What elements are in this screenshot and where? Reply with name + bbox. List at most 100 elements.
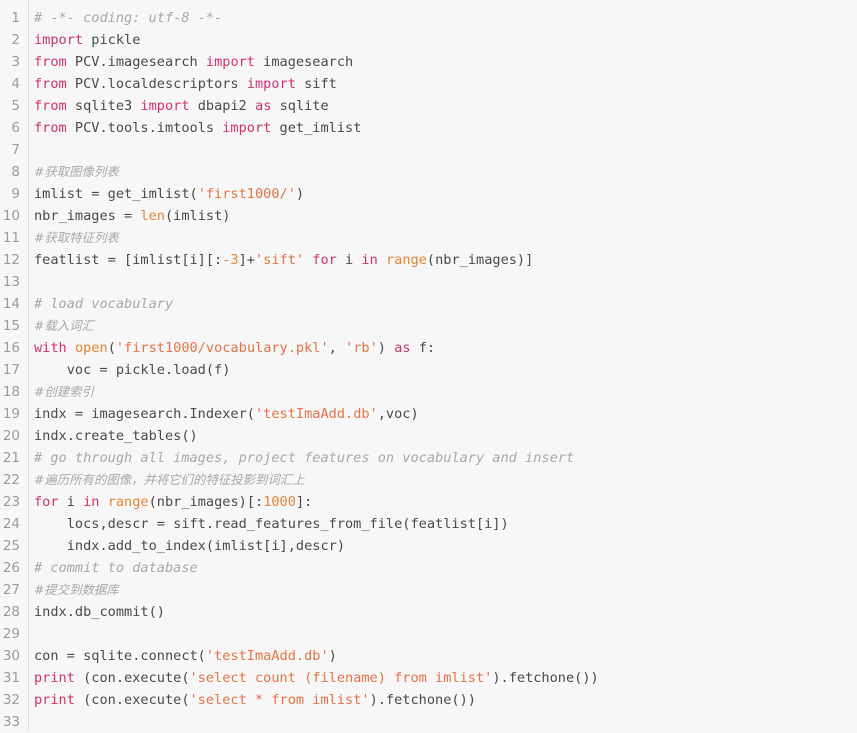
token-plain: indx.db_commit() [34, 604, 165, 620]
line-number: 31 [2, 670, 20, 686]
code-row[interactable]: 20 indx.create_tables() [0, 425, 857, 447]
code-body[interactable]: 1 # -*- coding: utf-8 -*- 2 import pickle 3 f… [0, 7, 857, 733]
code-row[interactable]: 32 print (con.execute('select * from imli… [0, 689, 857, 711]
code-row[interactable]: 31 print (con.execute('select count (file… [0, 667, 857, 689]
token-kw: print [34, 670, 75, 686]
code-line-content[interactable]: # load vocabulary [27, 293, 173, 315]
code-line-content[interactable]: #提交到数据库 [27, 579, 119, 601]
code-row[interactable]: 28 indx.db_commit() [0, 601, 857, 623]
token-plain: i [336, 252, 362, 268]
line-number: 24 [2, 516, 20, 532]
token-plain: sift [295, 76, 337, 92]
code-row[interactable]: 12 featlist = [imlist[i][:-3]+'sift' for … [0, 249, 857, 271]
gutter-separator-rule [27, 0, 29, 731]
code-row[interactable]: 13 [0, 271, 857, 293]
python-code-viewer[interactable]: 1 # -*- coding: utf-8 -*- 2 import pickle 3 f… [0, 0, 857, 731]
line-number: 30 [2, 648, 20, 664]
code-row[interactable]: 21 # go through all images, project featu… [0, 447, 857, 469]
code-row[interactable]: 26 # commit to database [0, 557, 857, 579]
code-line-content[interactable]: #创建索引 [27, 381, 94, 403]
code-row[interactable]: 23 for i in range(nbr_images)[:1000]: [0, 491, 857, 513]
code-row[interactable]: 4 from PCV.localdescriptors import sift [0, 73, 857, 95]
code-line-content[interactable]: #载入词汇 [27, 315, 94, 337]
code-line-content[interactable]: from PCV.tools.imtools import get_imlist [27, 117, 361, 139]
token-com: # -*- coding: utf-8 -*- [34, 10, 223, 26]
code-row[interactable]: 22 #遍历所有的图像，并将它们的特征投影到词汇上 [0, 469, 857, 491]
code-line-content[interactable]: for i in range(nbr_images)[:1000]: [27, 491, 312, 513]
token-num: 1000 [263, 494, 296, 510]
code-row[interactable]: 18 #创建索引 [0, 381, 857, 403]
token-plain: PCV.localdescriptors [66, 76, 247, 92]
code-row[interactable]: 19 indx = imagesearch.Indexer('testImaAdd… [0, 403, 857, 425]
code-row[interactable]: 5 from sqlite3 import dbapi2 as sqlite [0, 95, 857, 117]
token-plain: featlist = [imlist[i][: [34, 252, 223, 268]
code-line-content[interactable]: # -*- coding: utf-8 -*- [27, 7, 222, 29]
code-line-content[interactable]: #获取图像列表 [27, 161, 119, 183]
token-plain: PCV.imagesearch [66, 54, 206, 70]
code-row[interactable]: 33 [0, 711, 857, 733]
line-number: 25 [2, 538, 20, 554]
code-row[interactable]: 6 from PCV.tools.imtools import get_imlis… [0, 117, 857, 139]
code-line-content[interactable]: #获取特征列表 [27, 227, 119, 249]
code-line-content[interactable]: indx = imagesearch.Indexer('testImaAdd.d… [27, 403, 419, 425]
code-row[interactable]: 16 with open('first1000/vocabulary.pkl', … [0, 337, 857, 359]
code-line-content[interactable]: with open('first1000/vocabulary.pkl', 'r… [27, 337, 435, 359]
code-line-content[interactable]: print (con.execute('select * from imlist… [27, 689, 476, 711]
code-line-content[interactable]: con = sqlite.connect('testImaAdd.db') [27, 645, 337, 667]
token-str: 'first1000/vocabulary.pkl' [115, 340, 329, 356]
code-line-content[interactable] [27, 623, 42, 645]
code-line-content[interactable]: locs,descr = sift.read_features_from_fil… [27, 513, 509, 535]
code-row[interactable]: 27 #提交到数据库 [0, 579, 857, 601]
code-row[interactable]: 7 [0, 139, 857, 161]
code-row[interactable]: 1 # -*- coding: utf-8 -*- [0, 7, 857, 29]
code-row[interactable]: 2 import pickle [0, 29, 857, 51]
code-line-content[interactable]: print (con.execute('select count (filena… [27, 667, 599, 689]
token-plain: ) [377, 340, 395, 356]
line-number: 32 [2, 692, 20, 708]
code-line-content[interactable]: indx.create_tables() [27, 425, 198, 447]
code-line-content[interactable] [27, 139, 42, 161]
code-line-content[interactable]: # go through all images, project feature… [27, 447, 574, 469]
code-line-content[interactable]: # commit to database [27, 557, 198, 579]
line-number: 3 [11, 54, 20, 70]
code-line-content[interactable]: nbr_images = len(imlist) [27, 205, 230, 227]
code-row[interactable]: 3 from PCV.imagesearch import imagesearch [0, 51, 857, 73]
token-kw: import [205, 54, 255, 70]
code-line-content[interactable]: #遍历所有的图像，并将它们的特征投影到词汇上 [27, 469, 305, 491]
token-str: 'select * from imlist' [189, 692, 370, 708]
code-row[interactable]: 15 #载入词汇 [0, 315, 857, 337]
code-row[interactable]: 25 indx.add_to_index(imlist[i],descr) [0, 535, 857, 557]
code-row[interactable]: 30 con = sqlite.connect('testImaAdd.db') [0, 645, 857, 667]
code-row[interactable]: 29 [0, 623, 857, 645]
code-row[interactable]: 17 voc = pickle.load(f) [0, 359, 857, 381]
code-row[interactable]: 24 locs,descr = sift.read_features_from_… [0, 513, 857, 535]
line-number: 27 [2, 582, 20, 598]
code-line-content[interactable]: indx.add_to_index(imlist[i],descr) [27, 535, 345, 557]
code-line-content[interactable]: from sqlite3 import dbapi2 as sqlite [27, 95, 329, 117]
line-number: 9 [11, 186, 20, 202]
code-line-content[interactable]: featlist = [imlist[i][:-3]+'sift' for i … [27, 249, 533, 271]
code-line-content[interactable]: voc = pickle.load(f) [27, 359, 231, 381]
token-plain: imagesearch [255, 54, 354, 70]
token-plain: (imlist) [164, 208, 231, 224]
code-line-content[interactable]: from PCV.imagesearch import imagesearch [27, 51, 353, 73]
token-com-cn: #载入词汇 [34, 318, 94, 333]
code-row[interactable]: 14 # load vocabulary [0, 293, 857, 315]
code-line-content[interactable] [27, 711, 42, 733]
line-number: 15 [2, 318, 20, 334]
code-row[interactable]: 11 #获取特征列表 [0, 227, 857, 249]
line-number: 4 [11, 76, 20, 92]
token-str: 'testImaAdd.db' [254, 406, 378, 422]
code-line-content[interactable]: import pickle [27, 29, 140, 51]
code-line-content[interactable]: from PCV.localdescriptors import sift [27, 73, 337, 95]
line-number: 13 [2, 274, 20, 290]
code-line-content[interactable]: imlist = get_imlist('first1000/') [27, 183, 304, 205]
code-row[interactable]: 9 imlist = get_imlist('first1000/') [0, 183, 857, 205]
token-str: 'first1000/' [197, 186, 296, 202]
code-line-content[interactable]: indx.db_commit() [27, 601, 165, 623]
code-row[interactable]: 8 #获取图像列表 [0, 161, 857, 183]
code-line-content[interactable] [27, 271, 42, 293]
code-row[interactable]: 10 nbr_images = len(imlist) [0, 205, 857, 227]
